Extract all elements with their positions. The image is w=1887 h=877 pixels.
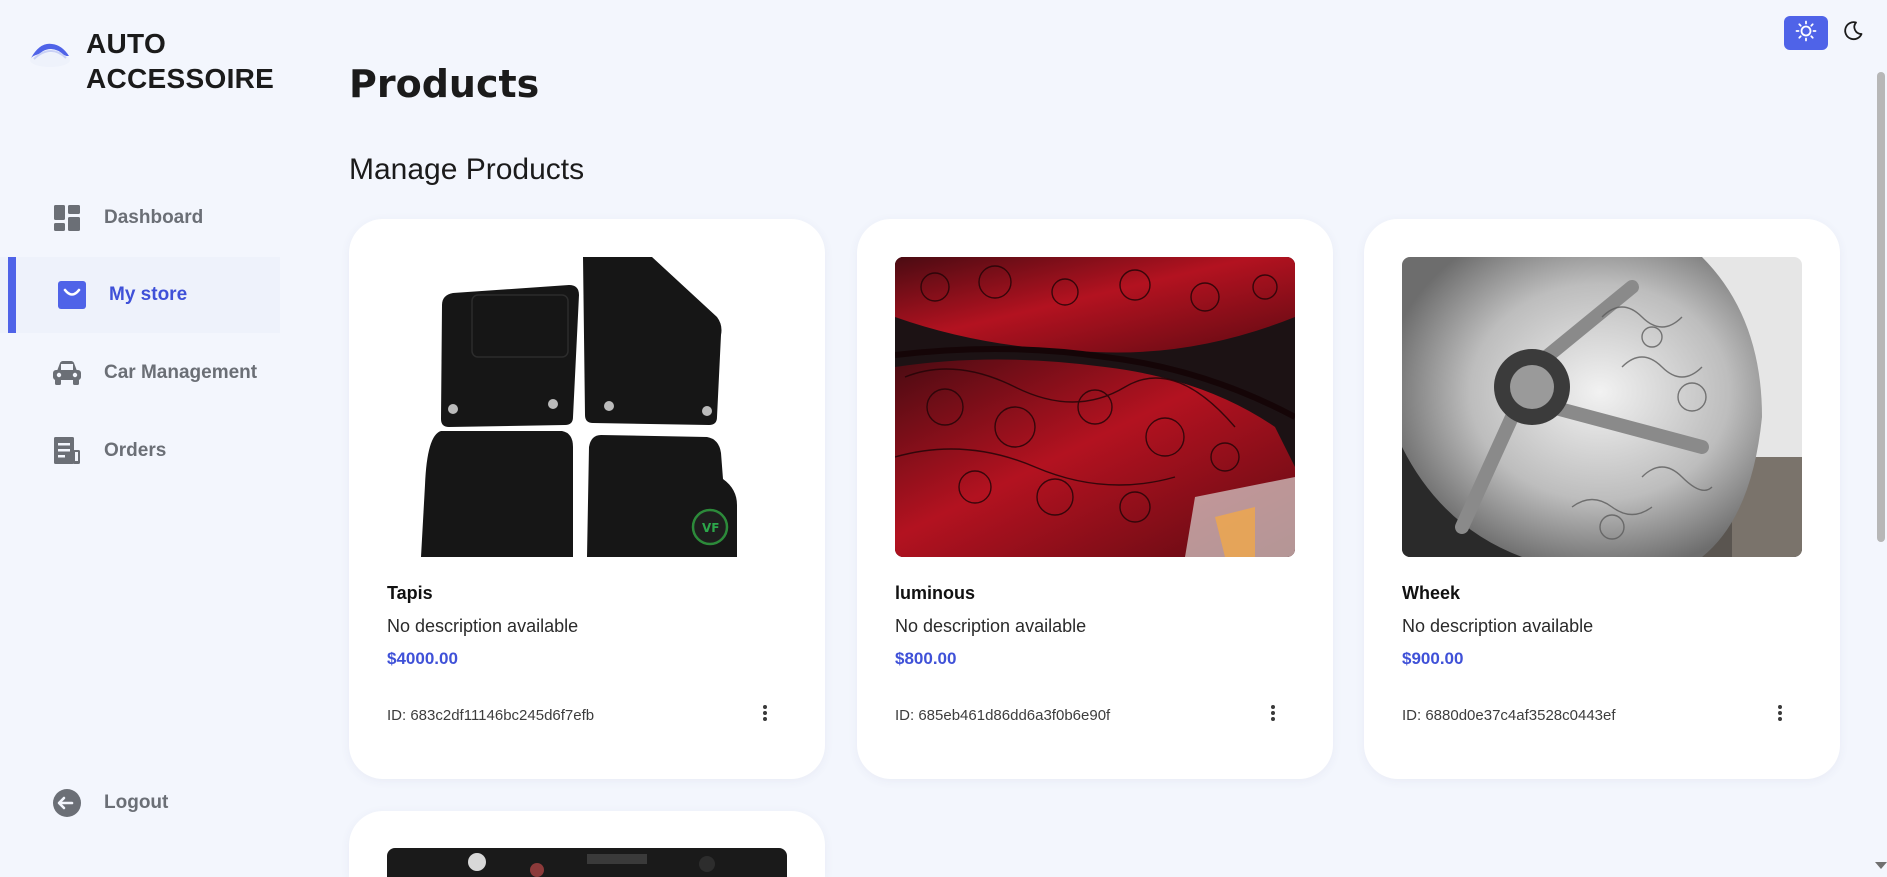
product-id: ID: 683c2df11146bc245d6f7efb [387,707,595,724]
dashboard-icon [52,203,82,233]
page-scrollbar[interactable] [1874,62,1887,877]
store-bag-icon [57,280,87,310]
product-description: No description available [1402,616,1594,636]
tail-light-image [895,257,1295,557]
section-title: Manage Products [349,153,585,186]
kebab-menu-icon [762,704,768,727]
product-card[interactable]: luminous No description available $800.0… [857,219,1333,779]
product-card[interactable] [349,811,825,877]
dark-mode-button[interactable] [1836,16,1870,50]
product-description: No description available [387,616,579,636]
orders-icon [52,436,82,466]
floor-mats-image: VF [387,257,787,557]
sidebar-item-label: Orders [104,440,167,461]
product-price: $800.00 [895,649,957,668]
brand-line-2: ACCESSOIRE [86,63,275,94]
product-id: ID: 685eb461d86dd6a3f0b6e90f [895,707,1111,724]
sidebar-item-label: My store [109,284,188,305]
sidebar-item-label: Car Management [104,362,258,383]
product-name: Wheek [1402,583,1461,603]
sidebar-item-dashboard[interactable]: Dashboard [0,180,290,256]
car-silhouette-icon [28,36,72,72]
page-title: Products [349,62,540,106]
product-id: ID: 6880d0e37c4af3528c0443ef [1402,707,1616,724]
product-card[interactable]: Wheek No description available $900.00 I… [1364,219,1840,779]
logout-icon [52,788,82,818]
sidebar: AUTO ACCESSOIRE Dashboard My store Car M… [0,0,290,877]
scrollbar-thumb[interactable] [1877,72,1885,542]
kebab-menu-icon [1777,704,1783,727]
more-options-button[interactable] [755,703,775,727]
scroll-down-arrow-icon[interactable] [1875,862,1887,869]
product-price: $900.00 [1402,649,1464,668]
car-icon [52,358,82,388]
sidebar-item-car-management[interactable]: Car Management [0,335,290,411]
product-name: luminous [895,583,975,603]
moon-icon [1842,20,1864,47]
engine-bay-image [387,848,787,877]
product-price: $4000.00 [387,649,458,668]
product-card[interactable]: VF Tapis No description available $4000.… [349,219,825,779]
sidebar-item-my-store[interactable]: My store [0,257,280,333]
brand[interactable]: AUTO ACCESSOIRE [28,26,274,96]
sidebar-item-orders[interactable]: Orders [0,413,290,489]
light-mode-button[interactable] [1784,16,1828,50]
active-indicator [8,257,16,333]
svg-text:VF: VF [702,521,719,535]
product-name: Tapis [387,583,433,603]
more-options-button[interactable] [1263,703,1283,727]
brand-line-1: AUTO [86,28,167,59]
sidebar-item-label: Dashboard [104,207,204,228]
product-description: No description available [895,616,1087,636]
logout-label: Logout [104,792,169,813]
logout-button[interactable]: Logout [0,773,290,833]
sun-icon [1795,20,1817,47]
kebab-menu-icon [1270,704,1276,727]
more-options-button[interactable] [1770,703,1790,727]
theme-toggle [1784,16,1870,50]
engraved-wheel-image [1402,257,1802,557]
